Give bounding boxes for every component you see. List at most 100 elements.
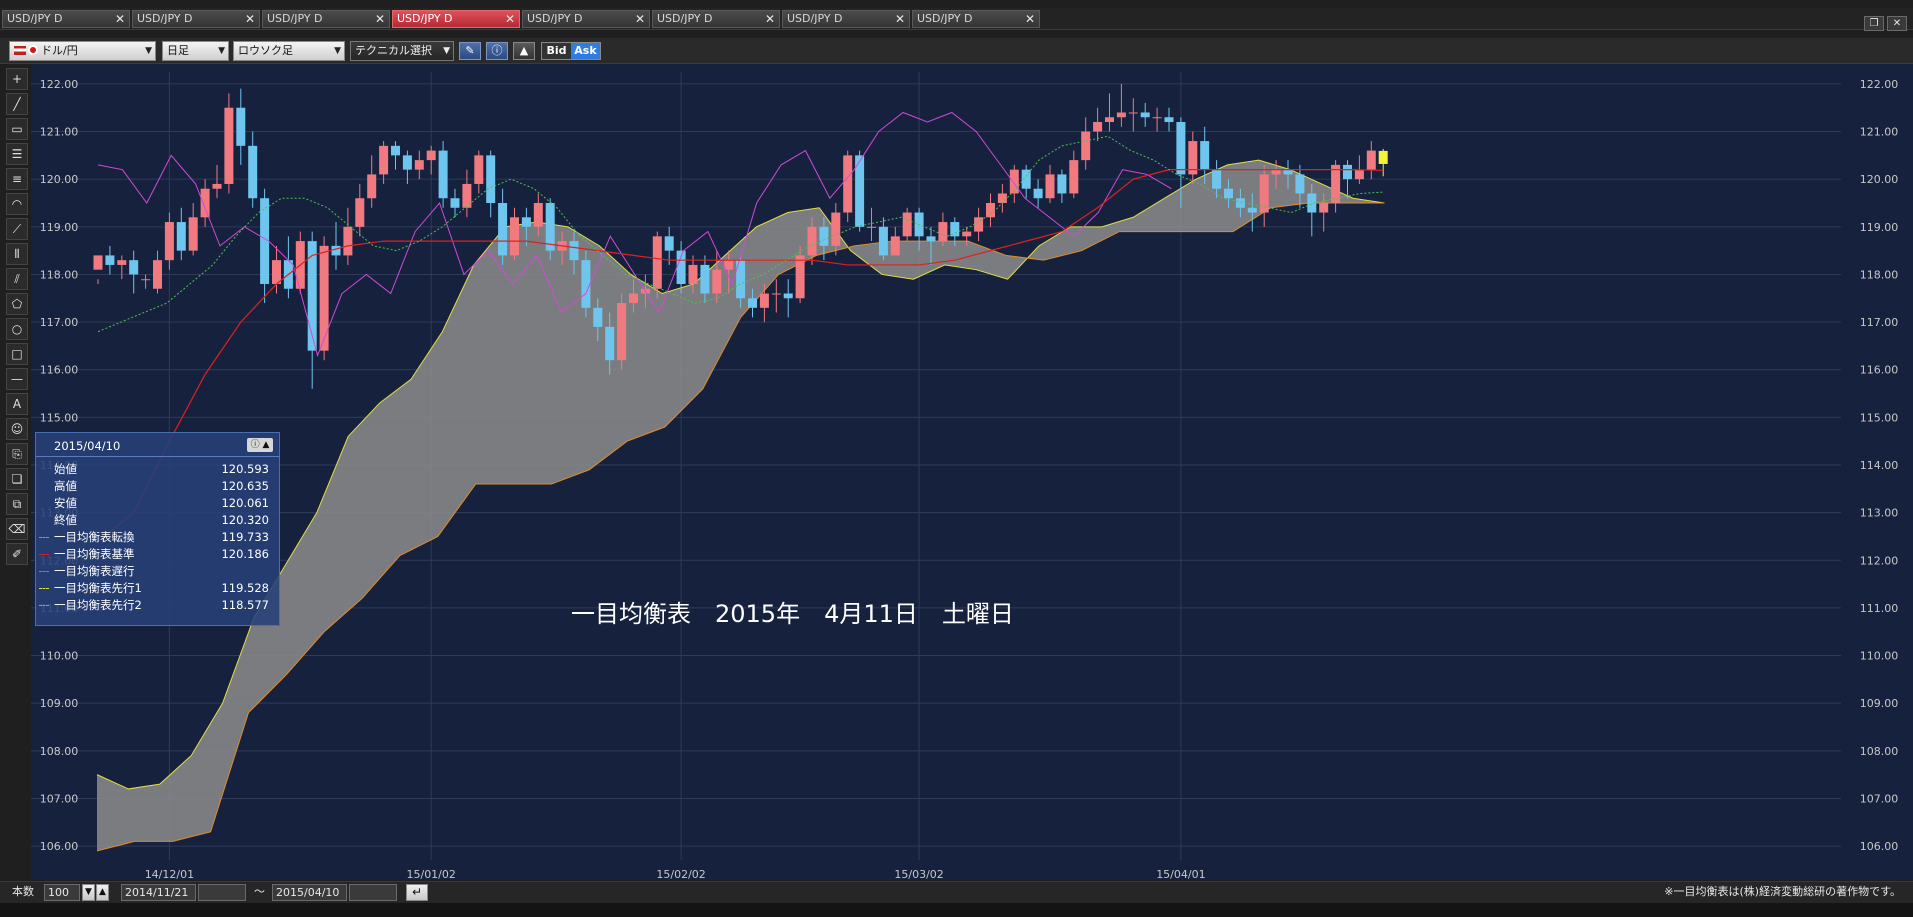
candle-body: [510, 217, 519, 256]
candle-body: [771, 293, 781, 295]
candle-body: [343, 226, 353, 256]
candle-body: [1378, 150, 1388, 164]
span-a-label: 一目均衡表先行1: [54, 581, 142, 595]
candle-body: [402, 155, 412, 170]
ichimoku-chart[interactable]: 106.00 106.00 107.00 107.00 108.00 108.00 109.…: [31, 64, 1913, 880]
data-window[interactable]: 2015/04/10 ⓘ ▲ 始値 120.593 高値 120.635 安値 120…: [35, 432, 280, 626]
end-date-field[interactable]: 2015/04/10: [272, 884, 347, 901]
candle-body: [236, 107, 246, 146]
copy-style-icon[interactable]: ⎘: [6, 443, 28, 465]
close-icon[interactable]: ✕: [765, 11, 775, 27]
candle-body: [593, 307, 603, 327]
close-icon[interactable]: ✕: [895, 11, 905, 27]
close-icon[interactable]: ✕: [375, 11, 385, 27]
close-icon[interactable]: ✕: [505, 11, 515, 27]
pair-select[interactable]: ドル/円 ▼: [9, 41, 156, 61]
rectangle-icon[interactable]: □: [6, 343, 28, 365]
close-icon[interactable]: ✕: [635, 11, 645, 27]
y-tick-label-left: 109.00: [40, 697, 79, 710]
x-tick-label: 14/12/01: [145, 868, 194, 880]
ruler-icon[interactable]: ▭: [6, 118, 28, 140]
crosshair-icon[interactable]: +: [6, 68, 28, 90]
circle-icon[interactable]: ○: [6, 318, 28, 340]
close-window-icon[interactable]: ✕: [1887, 16, 1907, 31]
info-collapse-icon[interactable]: ⓘ ▲: [247, 438, 273, 452]
close-icon[interactable]: ✕: [115, 11, 125, 27]
chart-canvas[interactable]: 106.00 106.00 107.00 107.00 108.00 108.00 109.…: [31, 64, 1913, 880]
candle-body: [819, 226, 829, 246]
y-tick-label-left: 116.00: [40, 364, 79, 377]
mountain-chart-icon[interactable]: ▲: [513, 42, 535, 60]
bid-ask-toggle[interactable]: Bid Ask: [541, 42, 601, 60]
kijun-label: 一目均衡表基準: [54, 547, 135, 561]
technical-label: テクニカル選択: [355, 44, 432, 57]
fan-icon[interactable]: ⟋: [6, 218, 28, 240]
chevron-down-icon: ▼: [145, 46, 152, 56]
tenkan-swatch: [39, 537, 49, 538]
text-icon[interactable]: A: [6, 393, 28, 415]
count-down-icon[interactable]: ▼: [82, 884, 95, 901]
tab-usdjpy-7[interactable]: USD/JPY D ✕: [782, 10, 910, 28]
ask-button[interactable]: Ask: [571, 43, 600, 59]
close-icon[interactable]: ✕: [1025, 11, 1035, 27]
stamp-icon[interactable]: ☺: [6, 418, 28, 440]
chikou-swatch: [39, 571, 49, 572]
erase-all-icon[interactable]: ✐: [6, 543, 28, 565]
arc-icon[interactable]: ◠: [6, 193, 28, 215]
kijun-swatch: [39, 554, 49, 555]
technical-select[interactable]: テクニカル選択 ▼: [350, 41, 454, 61]
restore-icon[interactable]: ❐: [1864, 16, 1884, 31]
tab-usdjpy-1[interactable]: USD/JPY D ✕: [2, 10, 130, 28]
layers-icon[interactable]: ⧉: [6, 493, 28, 515]
data-window-header[interactable]: 2015/04/10 ⓘ ▲: [36, 433, 279, 457]
candle-body: [200, 188, 210, 218]
chevron-down-icon: ▼: [218, 46, 225, 56]
candle-body: [498, 203, 508, 256]
candle-body: [486, 155, 496, 203]
eraser-icon[interactable]: ⌫: [6, 518, 28, 540]
y-tick-label-right: 115.00: [1860, 411, 1899, 424]
candle-body: [712, 269, 722, 294]
trendline-icon[interactable]: ╱: [6, 93, 28, 115]
start-date-field[interactable]: 2014/11/21: [121, 884, 196, 901]
data-window-date: 2015/04/10: [54, 439, 121, 453]
end-time-field[interactable]: [349, 884, 397, 901]
tab-usdjpy-4-active[interactable]: USD/JPY D ✕: [392, 10, 520, 28]
pair-label: ドル/円: [41, 44, 78, 57]
tab-label: USD/JPY D: [137, 12, 193, 25]
y-tick-label-right: 121.00: [1860, 126, 1899, 139]
period-select[interactable]: 日足 ▼: [162, 41, 229, 61]
start-time-field[interactable]: [198, 884, 246, 901]
vertical-lines-icon[interactable]: ⦀: [6, 243, 28, 265]
y-tick-label-left: 107.00: [40, 792, 79, 805]
bid-button[interactable]: Bid: [542, 43, 571, 59]
pentagon-icon[interactable]: ⬠: [6, 293, 28, 315]
range-tilde: ～: [254, 885, 265, 898]
count-input[interactable]: 100: [44, 884, 80, 901]
count-up-icon[interactable]: ▲: [96, 884, 109, 901]
tab-usdjpy-6[interactable]: USD/JPY D ✕: [652, 10, 780, 28]
y-tick-label-left: 119.00: [40, 221, 79, 234]
candle-body: [902, 212, 912, 237]
chart-type-select[interactable]: ロウソク足 ▼: [233, 41, 345, 61]
candle-body: [664, 236, 674, 251]
candle-body: [1247, 207, 1257, 213]
hline-icon[interactable]: —: [6, 368, 28, 390]
kijun-row: 一目均衡表基準 120.186: [36, 546, 279, 563]
info-icon[interactable]: ⓘ: [486, 42, 508, 60]
pencil-icon[interactable]: ✎: [459, 42, 481, 60]
tab-usdjpy-5[interactable]: USD/JPY D ✕: [522, 10, 650, 28]
fibonacci-icon[interactable]: ≡: [6, 168, 28, 190]
span-a-swatch: [39, 588, 49, 589]
horizontal-lines-icon[interactable]: ☰: [6, 143, 28, 165]
candle-body: [700, 264, 710, 294]
tab-usdjpy-2[interactable]: USD/JPY D ✕: [132, 10, 260, 28]
channel-icon[interactable]: ⫽: [6, 268, 28, 290]
tab-usdjpy-8[interactable]: USD/JPY D ✕: [912, 10, 1040, 28]
y-tick-label-right: 108.00: [1860, 745, 1899, 758]
return-icon[interactable]: ↵: [406, 884, 428, 901]
close-icon[interactable]: ✕: [245, 11, 255, 27]
x-tick-label: 15/04/01: [1156, 868, 1205, 880]
tab-usdjpy-3[interactable]: USD/JPY D ✕: [262, 10, 390, 28]
duplicate-icon[interactable]: ❏: [6, 468, 28, 490]
